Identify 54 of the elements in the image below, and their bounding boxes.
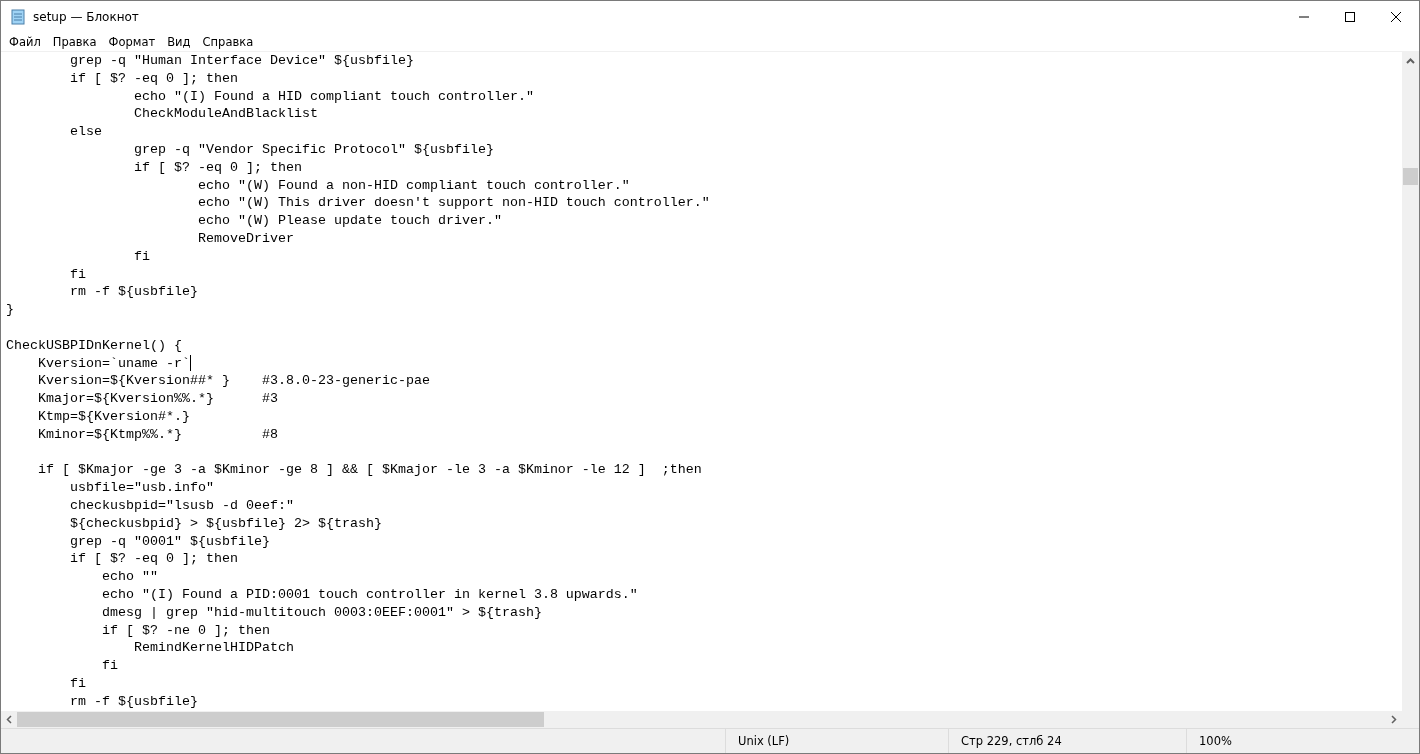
code-line: rm -f ${usbfile} [69,692,198,711]
code-line: fi [100,657,118,675]
window-title: setup — Блокнот [33,9,139,24]
scroll-thumb[interactable] [1403,168,1418,185]
code-line: echo "" [100,568,158,586]
code-line: echo "(I) Found a HID compliant touch controller." [132,87,534,106]
code-line: echo "(W) This driver doesn't support non-HID touch controller." [196,194,710,213]
maximize-icon [1345,11,1355,22]
code-line: Kversion=`uname -r` [37,354,190,373]
code-line: echo "(W) Found a non-HID compliant touch controller." [196,176,630,195]
code-line: CheckModuleAndBlacklist [132,105,318,124]
menu-item[interactable]: Файл [3,34,47,49]
menu-item[interactable]: Вид [161,34,197,49]
scroll-up-icon[interactable] [1406,58,1415,64]
menu-item[interactable]: Справка [196,34,260,49]
code-line: Kmajor=${Kversion%%.*} #3 [37,390,278,408]
code-line: Kminor=${Ktmp%%.*} #8 [37,425,278,444]
menu-item[interactable]: Правка [46,34,103,49]
menu-item[interactable]: Формат [102,34,162,49]
code-line: grep -q "Human Interface Device" ${usbfile} [69,52,414,70]
code-line: dmesg | grep "hid-multitouch 0003:0EEF:0001" > ${trash} [100,603,542,622]
code-line: if [ $Kmajor -ge 3 -a $Kminor -ge 8 ] && [ $Kmajor -le 3 -a $Kminor -le 12 ] ;then [37,461,702,480]
code-line: rm -f ${usbfile} [69,283,198,302]
vertical-scrollbar[interactable] [1402,52,1419,711]
code-line: RemindKernelHIDPatch [132,639,294,658]
scroll-left-icon[interactable] [6,715,12,724]
code-line: if [ $? -eq 0 ]; then [132,158,302,177]
scroll-right-icon[interactable] [1391,715,1397,724]
line-ending-status: Unix (LF) [738,734,790,748]
code-line: } [6,301,14,319]
cursor-position-status: Стр 229, стлб 24 [961,734,1062,748]
code-line: grep -q "Vendor Specific Protocol" ${usbfile} [132,141,494,159]
horizontal-scrollbar[interactable] [1,711,1402,728]
code-line: fi [69,674,86,693]
code-line: checkusbpid="lsusb -d 0eef:" [69,496,294,515]
code-line: usbfile="usb.info" [69,479,214,497]
code-line: fi [69,265,86,284]
scroll-thumb[interactable] [17,712,544,727]
code-line: if [ $? -eq 0 ]; then [69,69,238,88]
code-line: if [ $? -eq 0 ]; then [69,550,238,569]
code-line: echo "(W) Please update touch driver." [196,212,502,230]
code-line: grep -q "0001" ${usbfile} [69,532,270,551]
notepad-icon [10,8,26,25]
code-line: fi [132,247,150,266]
code-line: Kversion=${Kversion##* } #3.8.0-23-generic-pae [37,372,430,391]
close-icon [1391,11,1401,22]
code-line: Ktmp=${Kversion#*.} [37,407,190,426]
code-line: if [ $? -ne 0 ]; then [100,621,270,640]
code-line: else [69,123,102,141]
code-line: RemoveDriver [196,229,294,248]
zoom-status: 100% [1199,734,1232,748]
code-line: CheckUSBPIDnKernel() { [6,336,182,355]
code-line: ${checkusbpid} > ${usbfile} 2> ${trash} [69,514,382,533]
code-line: echo "(I) Found a PID:0001 touch controller in kernel 3.8 upwards." [100,585,638,604]
